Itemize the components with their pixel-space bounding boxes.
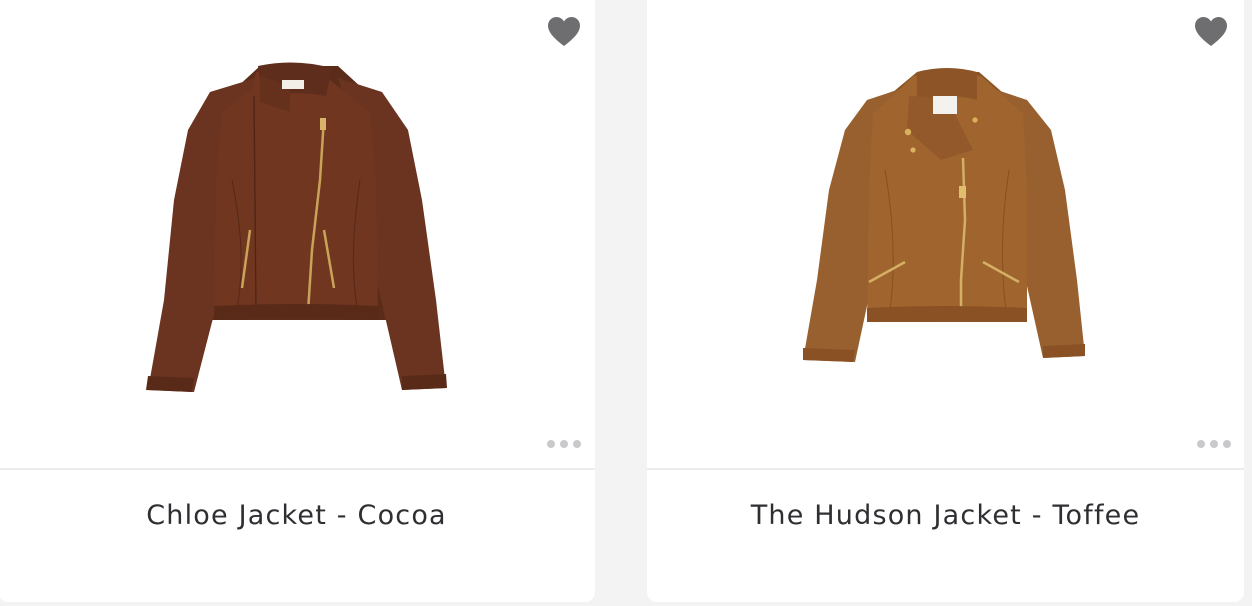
product-image-toffee-jacket[interactable] xyxy=(647,0,1244,468)
dot xyxy=(1210,440,1218,448)
product-image-cocoa-jacket[interactable] xyxy=(0,0,595,468)
dot xyxy=(1223,440,1231,448)
product-card[interactable]: The Hudson Jacket - Toffee xyxy=(647,0,1244,602)
heart-icon[interactable] xyxy=(547,16,581,48)
dot xyxy=(560,440,568,448)
product-image-area[interactable] xyxy=(647,0,1244,470)
dot xyxy=(547,440,555,448)
dot xyxy=(1197,440,1205,448)
product-grid: Chloe Jacket - Cocoa The Hudson Jacket -… xyxy=(0,0,1252,606)
heart-icon[interactable] xyxy=(1194,16,1228,48)
product-image-area[interactable] xyxy=(0,0,595,470)
product-card[interactable]: Chloe Jacket - Cocoa xyxy=(0,0,595,602)
more-dots-icon[interactable] xyxy=(547,438,581,450)
product-title[interactable]: The Hudson Jacket - Toffee xyxy=(647,500,1244,531)
more-dots-icon[interactable] xyxy=(1197,438,1231,450)
product-title[interactable]: Chloe Jacket - Cocoa xyxy=(0,500,595,531)
dot xyxy=(573,440,581,448)
